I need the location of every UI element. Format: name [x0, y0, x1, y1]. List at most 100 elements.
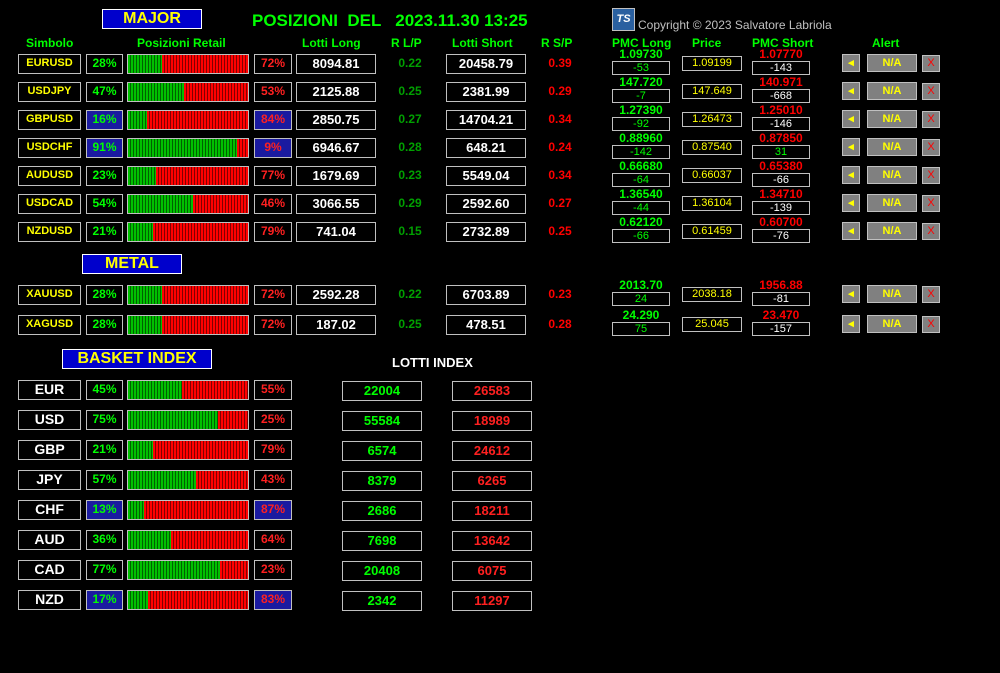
major-long-pct: 28%	[86, 54, 123, 74]
metal-price: 25.045	[682, 317, 742, 332]
metal-section-title: METAL	[82, 254, 182, 274]
metal-pmc-short: 1956.88	[759, 278, 803, 292]
basket-symbol[interactable]: GBP	[18, 440, 81, 460]
major-alert-button[interactable]: N/A	[867, 194, 917, 212]
major-alert-bell-button[interactable]: ◂	[842, 82, 860, 100]
major-r-lp: 0.27	[398, 112, 422, 126]
major-close-button[interactable]: X	[922, 111, 940, 128]
major-alert-bell-button[interactable]: ◂	[842, 54, 860, 72]
major-price: 1.26473	[682, 112, 742, 127]
metal-ratio-bar	[127, 285, 249, 305]
bell-icon: ◂	[848, 288, 854, 300]
basket-symbol[interactable]: NZD	[18, 590, 81, 610]
basket-ratio-bar	[127, 470, 249, 490]
major-lotti-short: 20458.79	[446, 54, 526, 74]
major-long-pct: 16%	[86, 110, 123, 130]
major-short-pct: 9%	[254, 138, 292, 158]
metal-ratio-bar-long-fill	[128, 316, 162, 334]
basket-long-pct: 75%	[86, 410, 123, 430]
major-ratio-bar-short-fill	[192, 195, 248, 213]
major-symbol[interactable]: NZDUSD	[18, 222, 81, 242]
major-r-lp: 0.15	[398, 224, 422, 238]
major-ratio-bar-short-fill	[153, 223, 248, 241]
basket-lotti-long: 2686	[342, 501, 422, 521]
major-pmc-long-diff: -7	[612, 89, 670, 103]
major-alert-bell-button[interactable]: ◂	[842, 166, 860, 184]
basket-ratio-bar-short-fill	[153, 441, 248, 459]
major-alert-bell-button[interactable]: ◂	[842, 222, 860, 240]
major-lotti-long: 8094.81	[296, 54, 376, 74]
basket-short-pct: 23%	[254, 560, 292, 580]
metal-lotti-long: 2592.28	[296, 285, 376, 305]
major-alert-button[interactable]: N/A	[867, 82, 917, 100]
major-pmc-long-diff: -53	[612, 61, 670, 75]
major-alert-bell-button[interactable]: ◂	[842, 194, 860, 212]
major-long-pct: 23%	[86, 166, 123, 186]
major-alert-button[interactable]: N/A	[867, 54, 917, 72]
col-simbolo: Simbolo	[26, 36, 74, 50]
major-lotti-long: 3066.55	[296, 194, 376, 214]
major-r-sp: 0.39	[548, 56, 572, 70]
major-symbol[interactable]: AUDUSD	[18, 166, 81, 186]
major-close-button[interactable]: X	[922, 195, 940, 212]
major-alert-button[interactable]: N/A	[867, 222, 917, 240]
bell-icon: ◂	[848, 318, 854, 330]
major-symbol[interactable]: EURUSD	[18, 54, 81, 74]
metal-close-button[interactable]: X	[922, 316, 940, 333]
metal-symbol[interactable]: XAGUSD	[18, 315, 81, 335]
col-r-sp: R S/P	[541, 36, 573, 50]
metal-close-button[interactable]: X	[922, 286, 940, 303]
basket-short-pct: 83%	[254, 590, 292, 610]
major-ratio-bar-long-fill	[128, 83, 185, 101]
basket-lotti-short: 24612	[452, 441, 532, 461]
basket-symbol[interactable]: AUD	[18, 530, 81, 550]
major-lotti-short: 648.21	[446, 138, 526, 158]
major-long-pct: 21%	[86, 222, 123, 242]
major-alert-bell-button[interactable]: ◂	[842, 110, 860, 128]
metal-alert-button[interactable]: N/A	[867, 285, 917, 303]
basket-lotti-long: 55584	[342, 411, 422, 431]
major-pmc-short: 0.60700	[759, 215, 803, 229]
metal-pmc-long: 24.290	[622, 308, 660, 322]
major-short-pct: 77%	[254, 166, 292, 186]
major-pmc-short-diff: -146	[752, 117, 810, 131]
metal-ratio-bar	[127, 315, 249, 335]
basket-symbol[interactable]: EUR	[18, 380, 81, 400]
major-close-button[interactable]: X	[922, 55, 940, 72]
major-long-pct: 47%	[86, 82, 123, 102]
basket-short-pct: 79%	[254, 440, 292, 460]
metal-alert-button[interactable]: N/A	[867, 315, 917, 333]
major-close-button[interactable]: X	[922, 83, 940, 100]
major-close-button[interactable]: X	[922, 167, 940, 184]
major-close-button[interactable]: X	[922, 139, 940, 156]
basket-symbol[interactable]: CAD	[18, 560, 81, 580]
metal-alert-bell-button[interactable]: ◂	[842, 315, 860, 333]
basket-lotti-long: 8379	[342, 471, 422, 491]
basket-lotti-long: 22004	[342, 381, 422, 401]
major-alert-button[interactable]: N/A	[867, 138, 917, 156]
major-ratio-bar-long-fill	[128, 111, 148, 129]
basket-lotti-short: 13642	[452, 531, 532, 551]
major-symbol[interactable]: USDJPY	[18, 82, 81, 102]
major-alert-button[interactable]: N/A	[867, 110, 917, 128]
basket-ratio-bar-short-fill	[220, 561, 248, 579]
major-ratio-bar	[127, 82, 249, 102]
basket-ratio-bar	[127, 500, 249, 520]
major-pmc-short-diff: -76	[752, 229, 810, 243]
basket-ratio-bar	[127, 590, 249, 610]
major-close-button[interactable]: X	[922, 223, 940, 240]
major-ratio-bar	[127, 222, 249, 242]
major-symbol[interactable]: USDCHF	[18, 138, 81, 158]
basket-ratio-bar-long-fill	[128, 501, 144, 519]
major-symbol[interactable]: GBPUSD	[18, 110, 81, 130]
basket-symbol[interactable]: CHF	[18, 500, 81, 520]
metal-symbol[interactable]: XAUUSD	[18, 285, 81, 305]
metal-alert-bell-button[interactable]: ◂	[842, 285, 860, 303]
basket-symbol[interactable]: JPY	[18, 470, 81, 490]
major-alert-bell-button[interactable]: ◂	[842, 138, 860, 156]
basket-ratio-bar-long-fill	[128, 471, 197, 489]
major-symbol[interactable]: USDCAD	[18, 194, 81, 214]
major-alert-button[interactable]: N/A	[867, 166, 917, 184]
basket-symbol[interactable]: USD	[18, 410, 81, 430]
major-section-title: MAJOR	[102, 9, 202, 29]
